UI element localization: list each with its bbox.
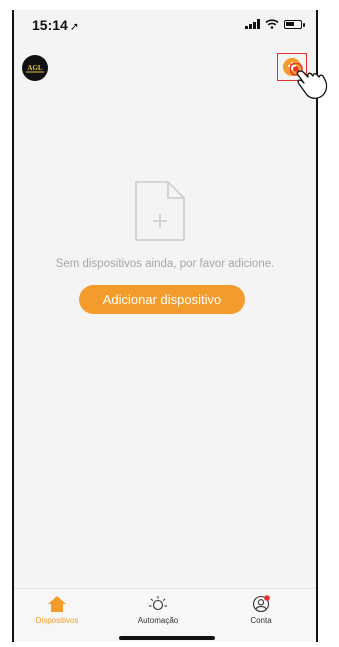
tab-dispositivos[interactable]: Dispositivos: [22, 595, 92, 625]
tab-label: Dispositivos: [35, 616, 79, 625]
location-arrow-icon: ➚: [69, 21, 80, 33]
account-icon: [252, 595, 270, 613]
signal-icon: [245, 19, 260, 29]
app-screen: 15:14 ➚ AGL + Sem dispositivos ainda, por: [12, 10, 318, 642]
tab-automacao[interactable]: Automação: [123, 595, 193, 625]
logo-text: AGL: [27, 64, 43, 72]
status-bar: 15:14 ➚: [14, 10, 316, 40]
sun-icon: [149, 596, 167, 611]
home-indicator: [119, 636, 215, 640]
tab-label: Automação: [137, 616, 179, 625]
tab-label: Conta: [250, 616, 272, 625]
agl-logo-icon: AGL: [26, 64, 44, 73]
add-document-icon: [135, 181, 185, 241]
notification-dot: [264, 595, 270, 601]
wifi-icon: [265, 19, 279, 29]
tab-conta[interactable]: Conta: [226, 595, 296, 625]
empty-state-message: Sem dispositivos ainda, por favor adicio…: [55, 258, 275, 270]
add-device-button[interactable]: Adicionar dispositivo: [79, 285, 245, 314]
battery-icon: [284, 19, 305, 29]
time-label: 15:14: [32, 17, 68, 33]
brand-logo: AGL: [22, 55, 48, 81]
status-icons: [245, 19, 305, 29]
pointer-hand-icon: [290, 63, 328, 99]
tab-bar: Dispositivos Automação Conta: [14, 588, 316, 642]
home-icon: [48, 596, 66, 612]
status-time: 15:14 ➚: [32, 17, 79, 33]
